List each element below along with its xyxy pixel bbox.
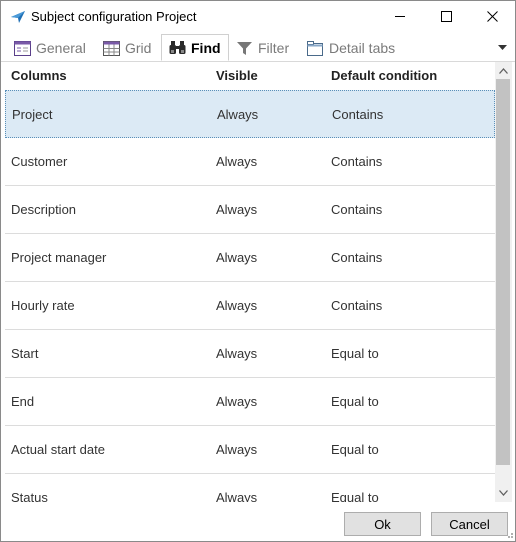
cell-condition: Equal to [331, 442, 379, 457]
tab-general-label: General [36, 40, 86, 56]
header-columns[interactable]: Columns [11, 68, 67, 83]
tab-filter[interactable]: Filter [236, 36, 289, 60]
table-row[interactable]: Hourly rate Always Contains [5, 282, 495, 330]
cell-visible: Always [217, 107, 259, 122]
tab-bar: General Grid Find Filter Detail tabs [1, 34, 515, 62]
minimize-icon [394, 16, 405, 17]
title-bar[interactable]: Subject configuration Project [1, 1, 515, 32]
cell-visible: Always [216, 202, 258, 217]
minimize-button[interactable] [377, 1, 423, 32]
resize-grip-icon[interactable] [504, 529, 514, 539]
table-row[interactable]: Start Always Equal to [5, 330, 495, 378]
cell-condition: Equal to [331, 394, 379, 409]
binoculars-icon [169, 41, 186, 54]
close-icon [486, 11, 498, 22]
cell-column: Start [11, 346, 39, 361]
chevron-down-icon [497, 45, 507, 50]
cell-column: Project [12, 107, 53, 122]
grid-header: Columns Visible Default condition [5, 62, 495, 88]
vertical-scrollbar[interactable] [495, 62, 512, 502]
window-title: Subject configuration Project [31, 9, 197, 24]
maximize-button[interactable] [423, 1, 469, 32]
cell-column: Project manager [11, 250, 107, 265]
tab-grid[interactable]: Grid [103, 36, 151, 60]
cell-condition: Equal to [331, 346, 379, 361]
cell-column: End [11, 394, 35, 409]
scroll-up-button[interactable] [495, 64, 512, 78]
cancel-button[interactable]: Cancel [431, 512, 508, 536]
close-button[interactable] [469, 1, 515, 32]
ok-button[interactable]: Ok [344, 512, 421, 536]
tab-overflow-button[interactable] [495, 41, 509, 55]
cell-visible: Always [216, 346, 258, 361]
cell-condition: Contains [331, 298, 383, 313]
list-panel-icon [14, 40, 31, 56]
cell-column: Status [11, 490, 48, 502]
grid-table-icon [103, 40, 120, 56]
dialog-window: Subject configuration Project General Gr… [0, 0, 516, 542]
scroll-down-button[interactable] [495, 486, 512, 500]
cell-visible: Always [216, 154, 258, 169]
funnel-icon [237, 41, 252, 55]
table-row[interactable]: Project Always Contains [5, 90, 495, 138]
cell-visible: Always [216, 298, 258, 313]
maximize-icon [440, 11, 452, 22]
tab-find[interactable]: Find [161, 34, 229, 61]
table-row[interactable]: Description Always Contains [5, 186, 495, 234]
cell-column: Description [11, 202, 77, 217]
header-default-condition[interactable]: Default condition [331, 68, 437, 83]
cell-visible: Always [216, 490, 258, 502]
cell-visible: Always [216, 394, 258, 409]
grid-rows: Project Always Contains Customer Always … [5, 90, 495, 502]
tab-grid-label: Grid [125, 40, 152, 56]
cell-condition: Contains [331, 154, 383, 169]
cell-condition: Contains [331, 202, 383, 217]
cell-condition: Contains [331, 250, 383, 265]
find-columns-grid: Columns Visible Default condition Projec… [5, 62, 495, 502]
tabbed-window-icon [307, 40, 323, 56]
cell-visible: Always [216, 442, 258, 457]
table-row[interactable]: End Always Equal to [5, 378, 495, 426]
header-visible[interactable]: Visible [216, 68, 258, 83]
table-row[interactable]: Customer Always Contains [5, 138, 495, 186]
cell-condition: Equal to [331, 490, 379, 502]
cell-visible: Always [216, 250, 258, 265]
tab-find-label: Find [191, 39, 221, 56]
tab-detail-tabs[interactable]: Detail tabs [307, 36, 395, 60]
table-row[interactable]: Project manager Always Contains [5, 234, 495, 282]
scroll-thumb[interactable] [496, 79, 510, 465]
chevron-down-icon [499, 490, 508, 496]
tab-filter-label: Filter [258, 40, 290, 56]
chevron-up-icon [499, 68, 508, 74]
table-row[interactable]: Status Always Equal to [5, 474, 495, 502]
cell-condition: Contains [332, 107, 384, 122]
cell-column: Hourly rate [11, 298, 75, 313]
tab-general[interactable]: General [14, 36, 86, 60]
table-row[interactable]: Actual start date Always Equal to [5, 426, 495, 474]
cell-column: Actual start date [11, 442, 105, 457]
cell-column: Customer [11, 154, 68, 169]
app-logo-icon [10, 10, 26, 24]
dialog-footer: Ok Cancel [1, 502, 515, 541]
tab-detail-tabs-label: Detail tabs [329, 40, 396, 56]
